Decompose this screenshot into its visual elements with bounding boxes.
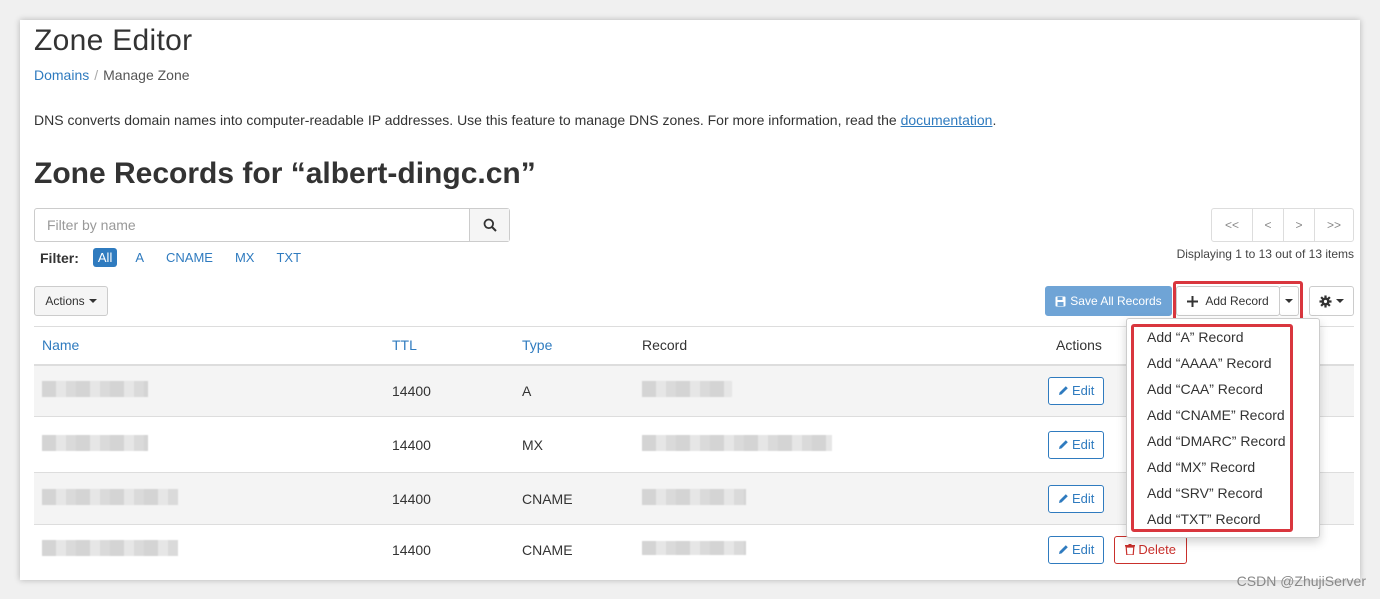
filter-a[interactable]: A — [135, 250, 144, 265]
filter-label: Filter: — [40, 249, 79, 266]
record-ttl: 14400 — [384, 524, 514, 575]
filter-mx[interactable]: MX — [235, 250, 255, 265]
chevron-down-icon — [88, 299, 97, 303]
breadcrumb-separator: / — [94, 67, 99, 83]
breadcrumb-domains-link[interactable]: Domains — [34, 67, 89, 83]
record-type: A — [514, 364, 634, 417]
zone-records-title: Zone Records for “albert-dingc.cn” — [34, 157, 536, 190]
column-header-record: Record — [634, 326, 1048, 366]
page-last-button[interactable]: >> — [1314, 208, 1354, 242]
description-text: DNS converts domain names into computer-… — [34, 112, 901, 128]
column-header-ttl[interactable]: TTL — [384, 326, 514, 366]
edit-button[interactable]: Edit — [1048, 376, 1105, 405]
save-all-records-button[interactable]: Save All Records — [1045, 286, 1172, 316]
pencil-icon — [1059, 545, 1068, 555]
description-end: . — [992, 112, 997, 128]
breadcrumb-current: Manage Zone — [103, 67, 190, 83]
edit-button[interactable]: Edit — [1048, 430, 1105, 459]
chevron-down-icon — [1336, 299, 1344, 303]
filter-cname[interactable]: CNAME — [166, 250, 213, 265]
page-title: Zone Editor — [34, 24, 193, 57]
watermark: CSDN @ZhujiServer — [1236, 573, 1366, 589]
page-first-button[interactable]: << — [1211, 208, 1253, 242]
trash-icon — [1125, 544, 1136, 556]
record-name-redacted — [34, 472, 384, 525]
record-value-redacted — [634, 524, 1048, 575]
record-type: CNAME — [514, 472, 634, 525]
column-header-name[interactable]: Name — [34, 326, 384, 366]
search-group — [34, 208, 510, 242]
delete-button[interactable]: Delete — [1114, 535, 1187, 564]
actions-label: Actions — [45, 294, 85, 308]
search-input[interactable] — [35, 209, 469, 241]
record-name-redacted — [34, 524, 384, 575]
record-value-redacted — [634, 472, 1048, 525]
save-icon — [1055, 296, 1066, 306]
breadcrumb: Domains / Manage Zone — [34, 67, 190, 83]
pencil-icon — [1059, 440, 1068, 449]
page-description: DNS converts domain names into computer-… — [34, 112, 996, 128]
record-ttl: 14400 — [384, 416, 514, 473]
record-value-redacted — [634, 416, 1048, 473]
record-ttl: 14400 — [384, 472, 514, 525]
edit-button[interactable]: Edit — [1048, 484, 1105, 513]
filter-bar: Filter: All A CNAME MX TXT — [40, 248, 323, 267]
gear-icon — [1319, 294, 1332, 308]
page-prev-button[interactable]: < — [1252, 208, 1284, 242]
zone-editor-panel: Zone Editor Domains / Manage Zone DNS conv… — [20, 20, 1360, 580]
filter-txt[interactable]: TXT — [276, 250, 301, 265]
settings-button[interactable] — [1309, 286, 1354, 316]
page-next-button[interactable]: > — [1283, 208, 1315, 242]
edit-button[interactable]: Edit — [1048, 535, 1105, 564]
record-type: MX — [514, 416, 634, 473]
search-button[interactable] — [469, 209, 509, 241]
pagination: << < > >> — [1211, 208, 1354, 242]
record-value-redacted — [634, 364, 1048, 417]
documentation-link[interactable]: documentation — [901, 112, 993, 128]
record-name-redacted — [34, 416, 384, 473]
record-name-redacted — [34, 364, 384, 417]
pagination-info: Displaying 1 to 13 out of 13 items — [1176, 247, 1354, 261]
pencil-icon — [1059, 386, 1068, 396]
filter-all[interactable]: All — [92, 248, 118, 267]
pencil-icon — [1059, 494, 1068, 503]
record-type: CNAME — [514, 524, 634, 575]
add-record-highlight — [1173, 281, 1303, 321]
column-header-type[interactable]: Type — [514, 326, 634, 366]
add-menu-highlight — [1131, 324, 1293, 532]
actions-button[interactable]: Actions — [34, 286, 108, 316]
record-ttl: 14400 — [384, 364, 514, 417]
save-all-label: Save All Records — [1070, 294, 1162, 308]
search-icon — [483, 218, 497, 232]
